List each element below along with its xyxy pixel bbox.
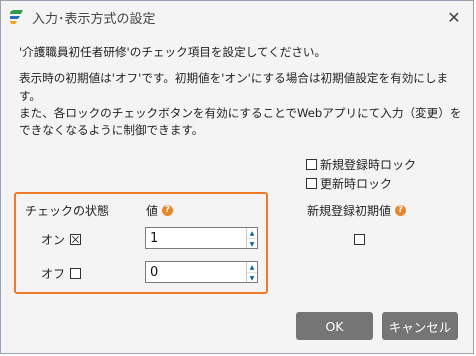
new-registration-lock-checkbox[interactable]: 新規登録時ロック	[306, 156, 416, 173]
cancel-button[interactable]: キャンセル	[382, 312, 458, 340]
window-title: 入力･表示方式の設定	[32, 12, 156, 27]
check-state-header: チェックの状態	[25, 202, 109, 219]
off-value-input[interactable]	[146, 262, 250, 282]
on-value-input[interactable]	[146, 228, 250, 248]
update-lock-label: 更新時ロック	[320, 177, 393, 191]
initial-value-header: 新規登録初期値 ?	[307, 202, 407, 219]
update-lock-checkbox[interactable]: 更新時ロック	[306, 175, 392, 192]
off-value-stepper[interactable]: ▲ ▼	[145, 261, 258, 283]
close-icon: ✕	[447, 7, 461, 27]
value-header: 値 ?	[146, 202, 174, 219]
off-label: オフ	[41, 267, 66, 281]
spin-up-icon[interactable]: ▲	[247, 228, 257, 239]
new-registration-lock-label: 新規登録時ロック	[320, 158, 417, 172]
checkbox-icon[interactable]	[306, 178, 317, 189]
description-text: '介護職員初任者研修'のチェック項目を設定してください。 表示時の初期値は'オフ…	[19, 44, 464, 139]
spin-up-icon[interactable]: ▲	[247, 262, 257, 273]
ok-button[interactable]: OK	[296, 312, 373, 340]
spin-down-icon[interactable]: ▼	[247, 273, 257, 283]
help-icon[interactable]: ?	[395, 205, 407, 216]
off-row-label: オフ	[41, 265, 82, 282]
on-value-stepper[interactable]: ▲ ▼	[145, 227, 258, 249]
on-row-label: オン	[41, 231, 82, 248]
description-line-2: 表示時の初期値は'オフ'です。初期値を'オン'にする場合は初期値設定を有効にしま…	[19, 71, 449, 103]
value-header-label: 値	[146, 204, 159, 218]
checked-box-icon	[70, 234, 82, 245]
on-label: オン	[41, 233, 66, 247]
check-state-header-label: チェックの状態	[25, 204, 110, 218]
initial-value-checkbox[interactable]	[354, 234, 365, 245]
description-line-3: また、各ロックのチェックボタンを有効にすることでWebアプリにて入力（変更）をで…	[19, 105, 462, 138]
title-bar: 入力･表示方式の設定 ✕	[1, 1, 473, 31]
app-logo-icon	[10, 10, 23, 24]
help-icon[interactable]: ?	[162, 205, 174, 216]
spin-down-icon[interactable]: ▼	[247, 239, 257, 249]
description-line-1: '介護職員初任者研修'のチェック項目を設定してください。	[19, 45, 327, 59]
settings-dialog: 入力･表示方式の設定 ✕ '介護職員初任者研修'のチェック項目を設定してください…	[0, 0, 474, 354]
close-button[interactable]: ✕	[443, 7, 465, 27]
spinner-buttons: ▲ ▼	[246, 228, 257, 248]
unchecked-box-icon	[70, 268, 82, 279]
checkbox-icon[interactable]	[306, 159, 317, 170]
spinner-buttons: ▲ ▼	[246, 262, 257, 282]
initial-value-header-label: 新規登録初期値	[307, 204, 392, 218]
